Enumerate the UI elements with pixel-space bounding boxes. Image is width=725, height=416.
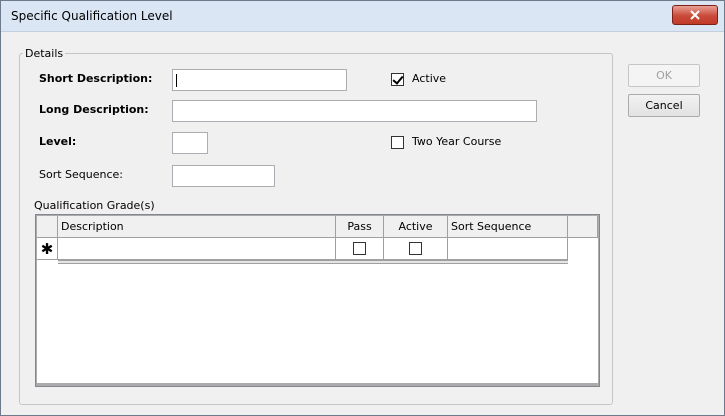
column-header-pass[interactable]: Pass [336,216,384,238]
grid-body: Description Pass Active Sort Sequence ✱ [37,216,598,383]
new-row-active-cell[interactable] [384,238,448,260]
sort-sequence-label: Sort Sequence: [39,168,124,181]
details-legend: Details [25,47,64,60]
two-year-course-label: Two Year Course [412,135,502,148]
cancel-button[interactable]: Cancel [628,94,700,117]
short-description-label: Short Description: [39,72,153,85]
column-header-sort-sequence[interactable]: Sort Sequence [448,216,568,238]
two-year-course-checkbox[interactable] [391,136,404,149]
long-description-input[interactable] [172,100,537,122]
grid-corner-header [37,216,58,238]
dialog-body: Details Short Description: Active Long D… [8,32,717,410]
text-caret [176,74,177,87]
qualification-grades-label: Qualification Grade(s) [34,199,155,212]
qualification-grades-grid[interactable]: Description Pass Active Sort Sequence ✱ [35,214,600,387]
long-description-label: Long Description: [39,103,149,116]
grid-horizontal-scrollbar[interactable] [58,260,568,264]
window-title: Specific Qualification Level [11,9,173,23]
new-row-indicator[interactable]: ✱ [37,238,58,260]
new-row-description-cell[interactable] [58,238,336,260]
ok-button[interactable]: OK [628,64,700,87]
short-description-input[interactable] [172,69,347,91]
active-checkbox[interactable] [391,73,404,86]
column-header-active[interactable]: Active [384,216,448,238]
column-header-description[interactable]: Description [58,216,336,238]
level-input[interactable] [172,132,208,154]
pass-checkbox[interactable] [352,242,366,255]
new-row-sort-sequence-cell[interactable] [448,238,568,260]
dialog-window: Specific Qualification Level Details Sho… [0,0,725,416]
level-label: Level: [39,135,77,148]
close-icon [690,10,700,20]
grid-header-filler [568,216,598,238]
title-bar[interactable]: Specific Qualification Level [1,1,724,32]
close-button[interactable] [672,5,718,25]
sort-sequence-input[interactable] [172,165,275,187]
active-label: Active [412,72,447,85]
active-grade-checkbox[interactable] [408,242,422,255]
new-row-pass-cell[interactable] [336,238,384,260]
